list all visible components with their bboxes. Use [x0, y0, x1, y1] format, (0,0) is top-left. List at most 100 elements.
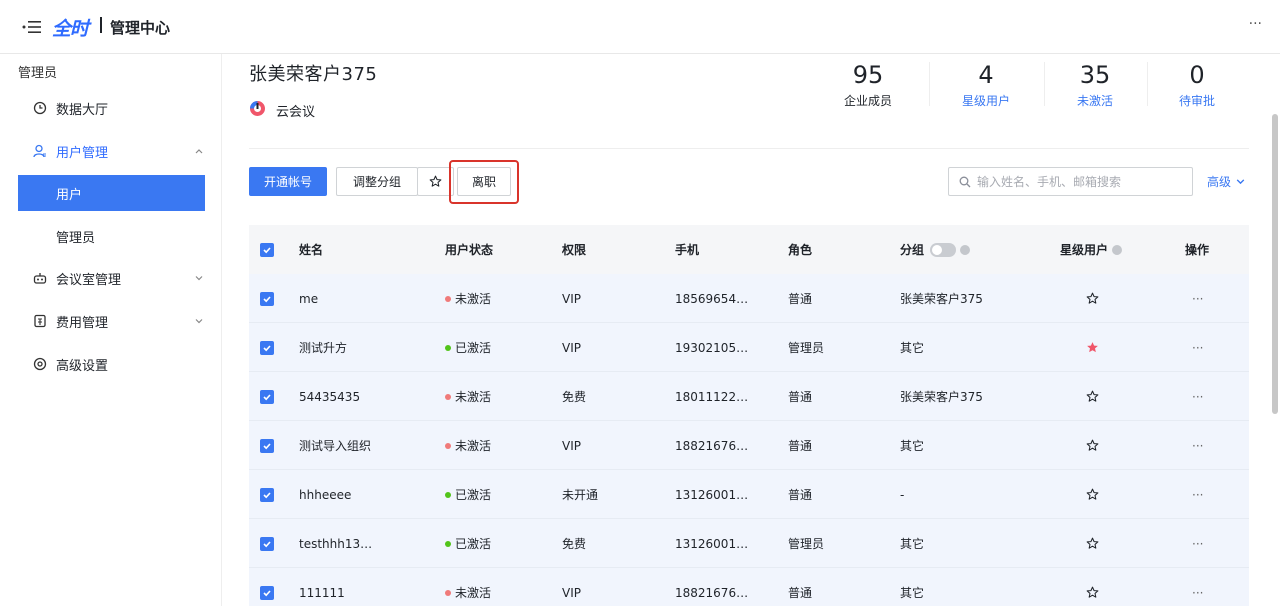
column-header-permission: 权限	[562, 243, 587, 257]
row-checkbox[interactable]	[260, 568, 274, 606]
row-more-actions-icon[interactable]: ···	[1192, 470, 1203, 519]
cloud-meeting-icon	[250, 101, 265, 116]
table-row[interactable]: 测试导入组织 未激活 VIP 18821676… 普通 其它 ···	[249, 421, 1249, 470]
stat-label: 企业成员	[843, 94, 892, 108]
cell-name[interactable]: 测试升方	[299, 323, 347, 372]
group-toggle-switch[interactable]	[930, 242, 957, 257]
star-toggle-button[interactable]	[1086, 421, 1099, 470]
checkbox-checked[interactable]	[260, 291, 274, 306]
column-header-name: 姓名	[299, 243, 324, 257]
table-row[interactable]: me 未激活 VIP 18569654… 普通 张美荣客户375 ···	[249, 274, 1249, 323]
cell-name[interactable]: 测试导入组织	[299, 421, 371, 470]
row-checkbox[interactable]	[260, 519, 274, 568]
logo-divider	[100, 17, 102, 33]
sidebar-subitem-admins[interactable]: 管理员	[18, 218, 205, 254]
star-outline-icon	[1086, 390, 1099, 402]
checkbox-checked[interactable]	[260, 389, 274, 404]
sidebar-item-meeting-room[interactable]: 会议室管理	[0, 260, 222, 296]
cell-permission: VIP	[562, 585, 581, 600]
row-checkbox[interactable]	[260, 274, 274, 323]
table-row[interactable]: testhhh13… 已激活 免费 13126001… 管理员 其它 ···	[249, 519, 1249, 568]
star-toggle-button[interactable]	[1086, 519, 1099, 568]
info-icon[interactable]	[960, 244, 971, 255]
open-account-button[interactable]: 开通帐号	[249, 167, 327, 196]
settings-icon	[33, 357, 47, 371]
checkbox-checked[interactable]	[260, 340, 274, 355]
row-more-actions-icon[interactable]: ···	[1192, 323, 1203, 372]
checkbox-checked[interactable]	[260, 585, 274, 600]
column-header-starred: 星级用户	[1060, 225, 1123, 274]
column-header-status: 用户状态	[445, 243, 494, 257]
star-outline-icon	[1086, 586, 1099, 598]
menu-collapse-icon[interactable]	[22, 19, 42, 35]
cell-name[interactable]: 111111	[299, 568, 345, 606]
sidebar-item-dashboard[interactable]: 数据大厅	[0, 90, 222, 126]
cell-role: 普通	[788, 390, 813, 404]
cell-status: 已激活	[445, 323, 491, 372]
scrollbar-thumb[interactable]	[1272, 114, 1278, 414]
checkbox-checked[interactable]	[260, 487, 274, 502]
check-icon	[263, 589, 271, 596]
row-checkbox[interactable]	[260, 372, 274, 421]
stat-value: 0	[1189, 61, 1205, 89]
row-checkbox[interactable]	[260, 421, 274, 470]
chevron-down-icon	[195, 319, 203, 324]
cell-name[interactable]: hhheeee	[299, 470, 351, 519]
stat-label: 待审批	[1178, 94, 1215, 108]
chevron-down-icon	[1236, 179, 1245, 185]
column-header-group-label: 分组	[900, 243, 925, 257]
cell-status: 已激活	[445, 519, 491, 568]
row-checkbox[interactable]	[260, 470, 274, 519]
user-icon	[33, 144, 46, 158]
cell-name[interactable]: 54435435	[299, 372, 360, 421]
select-all-checkbox[interactable]	[260, 225, 274, 274]
cell-status: 已激活	[445, 470, 491, 519]
column-header-role: 角色	[788, 243, 813, 257]
stat-starred-users[interactable]: 4 星级用户	[936, 60, 1036, 109]
status-text: 已激活	[455, 488, 492, 502]
row-more-actions-icon[interactable]: ···	[1192, 519, 1203, 568]
table-row[interactable]: 111111 未激活 VIP 18821676… 普通 其它 ···	[249, 568, 1249, 606]
sidebar-item-billing[interactable]: 费用管理	[0, 303, 222, 339]
row-more-actions-icon[interactable]: ···	[1192, 568, 1203, 606]
star-toggle-button[interactable]	[1086, 568, 1099, 606]
row-checkbox[interactable]	[260, 323, 274, 372]
table-row[interactable]: hhheeee 已激活 未开通 13126001… 普通 - ···	[249, 470, 1249, 519]
adjust-group-button[interactable]: 调整分组	[336, 167, 418, 196]
search-box[interactable]	[948, 167, 1193, 196]
star-toggle-button[interactable]	[1086, 274, 1099, 323]
check-icon	[263, 344, 271, 351]
checkbox-checked[interactable]	[260, 242, 274, 257]
table-row[interactable]: 测试升方 已激活 VIP 19302105… 管理员 其它 ···	[249, 323, 1249, 372]
row-more-actions-icon[interactable]: ···	[1192, 274, 1203, 323]
check-icon	[263, 442, 271, 449]
checkbox-checked[interactable]	[260, 438, 274, 453]
bill-icon	[34, 314, 46, 328]
sidebar-subitem-users[interactable]: 用户	[18, 175, 205, 211]
advanced-filter-toggle[interactable]: 高级	[1207, 173, 1246, 190]
table-header: 姓名 用户状态 权限 手机 角色 分组 星级用户 操作	[249, 225, 1249, 274]
status-dot	[445, 589, 451, 596]
cell-name[interactable]: testhhh13…	[299, 519, 372, 568]
info-icon[interactable]	[1112, 244, 1123, 255]
stat-inactive[interactable]: 35 未激活	[1045, 60, 1145, 109]
sidebar-item-advanced-settings[interactable]: 高级设置	[0, 346, 222, 382]
stat-pending-approval[interactable]: 0 待审批	[1147, 60, 1247, 109]
sidebar-item-label: 数据大厅	[56, 102, 109, 118]
cell-role: 普通	[788, 439, 813, 453]
star-toggle-button[interactable]	[1086, 470, 1099, 519]
search-input[interactable]	[977, 171, 1187, 192]
brand-logo[interactable]: 全时	[52, 14, 89, 41]
column-header-actions: 操作	[1185, 243, 1210, 257]
table-row[interactable]: 54435435 未激活 免费 18011122… 普通 张美荣客户375 ···	[249, 372, 1249, 421]
sidebar-item-user-management[interactable]: 用户管理	[0, 133, 222, 169]
star-toggle-button[interactable]	[1086, 323, 1099, 372]
checkbox-checked[interactable]	[260, 536, 274, 551]
more-menu-icon[interactable]: ···	[1249, 16, 1262, 32]
row-more-actions-icon[interactable]: ···	[1192, 421, 1203, 470]
star-toggle-button[interactable]	[1086, 372, 1099, 421]
cell-name[interactable]: me	[299, 274, 318, 323]
row-more-actions-icon[interactable]: ···	[1192, 372, 1203, 421]
search-icon	[959, 176, 971, 188]
robot-icon	[33, 273, 47, 284]
